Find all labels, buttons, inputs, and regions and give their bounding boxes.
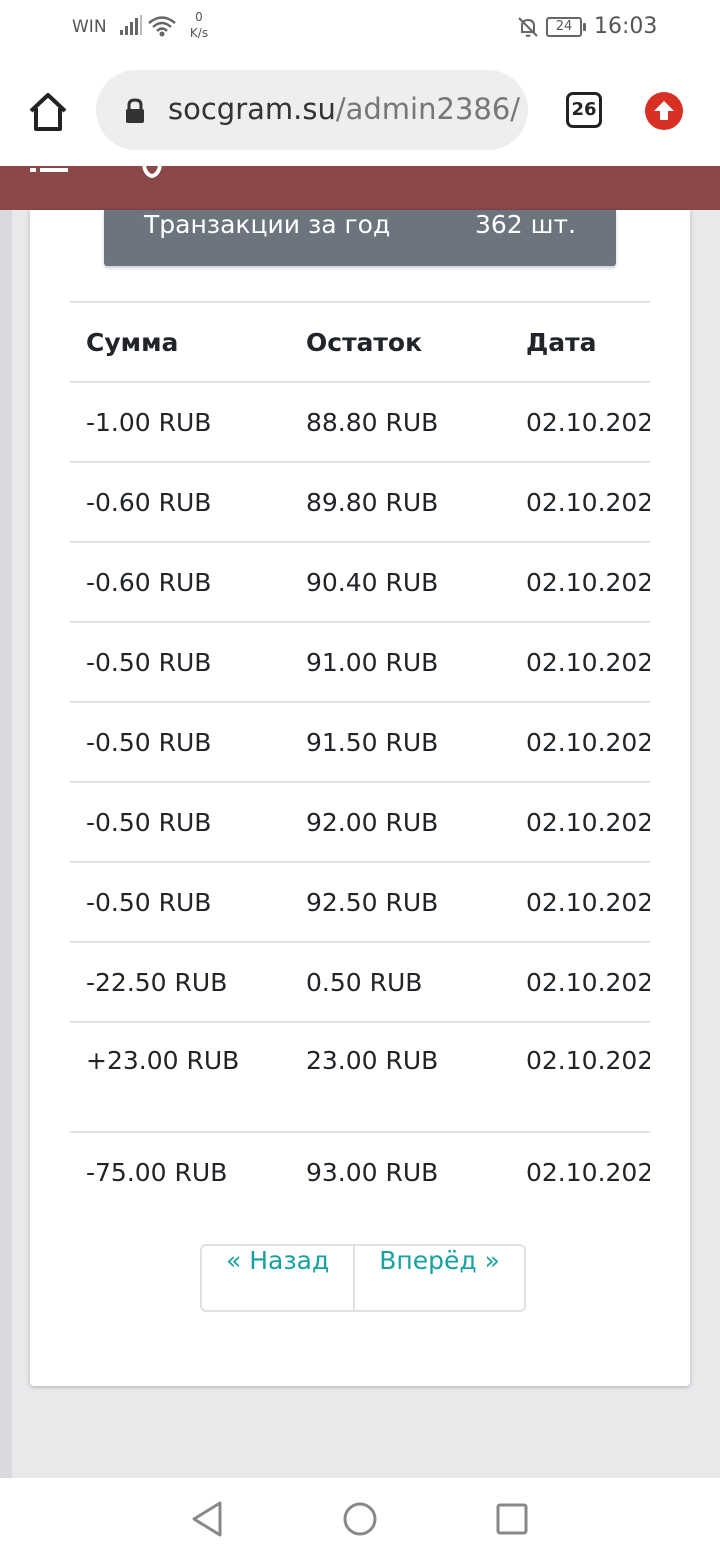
- battery-indicator: 24: [546, 17, 586, 37]
- yearly-transactions-stat: Транзакции за год 362 шт.: [104, 210, 616, 266]
- lock-icon: [126, 98, 144, 123]
- back-triangle-icon[interactable]: [190, 1500, 224, 1538]
- table-row: -0.50 RUB 92.00 RUB 02.10.2020: [70, 781, 650, 862]
- stat-value: 362 шт.: [474, 210, 576, 239]
- cell-amount: -0.60 RUB: [70, 541, 290, 622]
- cell-date: 02.10.2020: [510, 621, 650, 702]
- table-row: -0.60 RUB 89.80 RUB 02.10.2020: [70, 461, 650, 542]
- cell-amount: -75.00 RUB: [70, 1131, 290, 1212]
- table-row: -0.50 RUB 92.50 RUB 02.10.2020: [70, 861, 650, 942]
- cell-date: 02.10.2020: [510, 941, 650, 1022]
- update-button[interactable]: [645, 92, 683, 130]
- cell-amount: -0.50 RUB: [70, 781, 290, 862]
- table-header-row: Сумма Остаток Дата: [70, 301, 650, 382]
- transactions-card: Транзакции за год 362 шт. Сумма Остаток …: [30, 210, 690, 1386]
- header-date: Дата: [510, 301, 650, 382]
- header-amount: Сумма: [70, 301, 290, 382]
- cell-amount: -22.50 RUB: [70, 941, 290, 1022]
- network-speed: 0 K/s: [186, 9, 212, 41]
- table-row: -22.50 RUB 0.50 RUB 02.10.2020: [70, 941, 650, 1022]
- circle-home-icon[interactable]: [342, 1500, 378, 1538]
- clock: 16:03: [594, 14, 658, 39]
- bell-off-icon: [518, 17, 538, 37]
- carrier-label: WIN: [72, 17, 107, 37]
- cell-amount: -0.60 RUB: [70, 461, 290, 542]
- cell-date: 02.10.2020: [510, 781, 650, 862]
- cell-amount: -0.50 RUB: [70, 701, 290, 782]
- menu-icon[interactable]: [30, 166, 70, 178]
- cell-date: 02.10.2020: [510, 1131, 650, 1212]
- arrow-up-icon: [654, 101, 674, 120]
- status-bar: WIN 0 K/s 24 16:03: [0, 0, 720, 56]
- cell-amount: -0.50 RUB: [70, 621, 290, 702]
- cell-date: 02.10.2020: [510, 701, 650, 782]
- speed-unit: K/s: [189, 26, 209, 40]
- cell-balance: 0.50 RUB: [290, 941, 510, 1022]
- cell-balance: 90.40 RUB: [290, 541, 510, 622]
- page-edge: [0, 210, 12, 1480]
- url-text: socgram.su/admin2386/: [168, 92, 520, 126]
- prev-page-button[interactable]: « Назад: [202, 1246, 353, 1310]
- tab-count-button[interactable]: 26: [566, 92, 602, 128]
- cell-balance: 93.00 RUB: [290, 1131, 510, 1212]
- cell-date: 02.10.2020: [510, 541, 650, 622]
- cell-date: 02.10.2020: [510, 381, 650, 462]
- header-balance: Остаток: [290, 301, 510, 382]
- cell-balance: 91.00 RUB: [290, 621, 510, 702]
- speed-value: 0: [195, 10, 203, 24]
- stat-label: Транзакции за год: [144, 210, 391, 239]
- browser-toolbar: socgram.su/admin2386/ 26: [0, 56, 720, 166]
- url-path: /admin2386/: [335, 92, 521, 126]
- url-domain: socgram.su: [168, 92, 336, 126]
- wifi-icon: [148, 16, 176, 37]
- transactions-table-wrapper[interactable]: Сумма Остаток Дата -1.00 RUB 88.80 RUB 0…: [70, 301, 650, 1212]
- cell-amount: +23.00 RUB: [70, 1021, 290, 1132]
- cell-balance: 92.00 RUB: [290, 781, 510, 862]
- table-row: -0.50 RUB 91.00 RUB 02.10.2020: [70, 621, 650, 702]
- cell-balance: 23.00 RUB: [290, 1021, 510, 1132]
- next-page-button[interactable]: Вперёд »: [353, 1246, 524, 1310]
- site-navbar: [0, 166, 720, 210]
- table-row: -75.00 RUB 93.00 RUB 02.10.2020: [70, 1131, 650, 1212]
- cell-balance: 91.50 RUB: [290, 701, 510, 782]
- cell-date: 02.10.2020: [510, 461, 650, 542]
- home-icon[interactable]: [26, 90, 70, 134]
- cell-date: 02.10.2020: [510, 1021, 650, 1132]
- pagination: « Назад Вперёд »: [200, 1244, 526, 1312]
- system-nav-bar: [0, 1478, 720, 1560]
- table-row: -0.50 RUB 91.50 RUB 02.10.2020: [70, 701, 650, 782]
- cell-amount: -0.50 RUB: [70, 861, 290, 942]
- cell-amount: -1.00 RUB: [70, 381, 290, 462]
- map-pin-icon[interactable]: [140, 166, 164, 178]
- cell-balance: 92.50 RUB: [290, 861, 510, 942]
- square-recents-icon[interactable]: [496, 1500, 528, 1538]
- table-row: +23.00 RUB 23.00 RUB 02.10.2020: [70, 1021, 650, 1132]
- cell-balance: 88.80 RUB: [290, 381, 510, 462]
- cell-date: 02.10.2020: [510, 861, 650, 942]
- transactions-table: Сумма Остаток Дата -1.00 RUB 88.80 RUB 0…: [70, 301, 650, 1212]
- cell-balance: 89.80 RUB: [290, 461, 510, 542]
- address-bar[interactable]: socgram.su/admin2386/: [96, 70, 528, 150]
- table-row: -1.00 RUB 88.80 RUB 02.10.2020: [70, 381, 650, 462]
- signal-icon: [120, 15, 142, 35]
- table-row: -0.60 RUB 90.40 RUB 02.10.2020: [70, 541, 650, 622]
